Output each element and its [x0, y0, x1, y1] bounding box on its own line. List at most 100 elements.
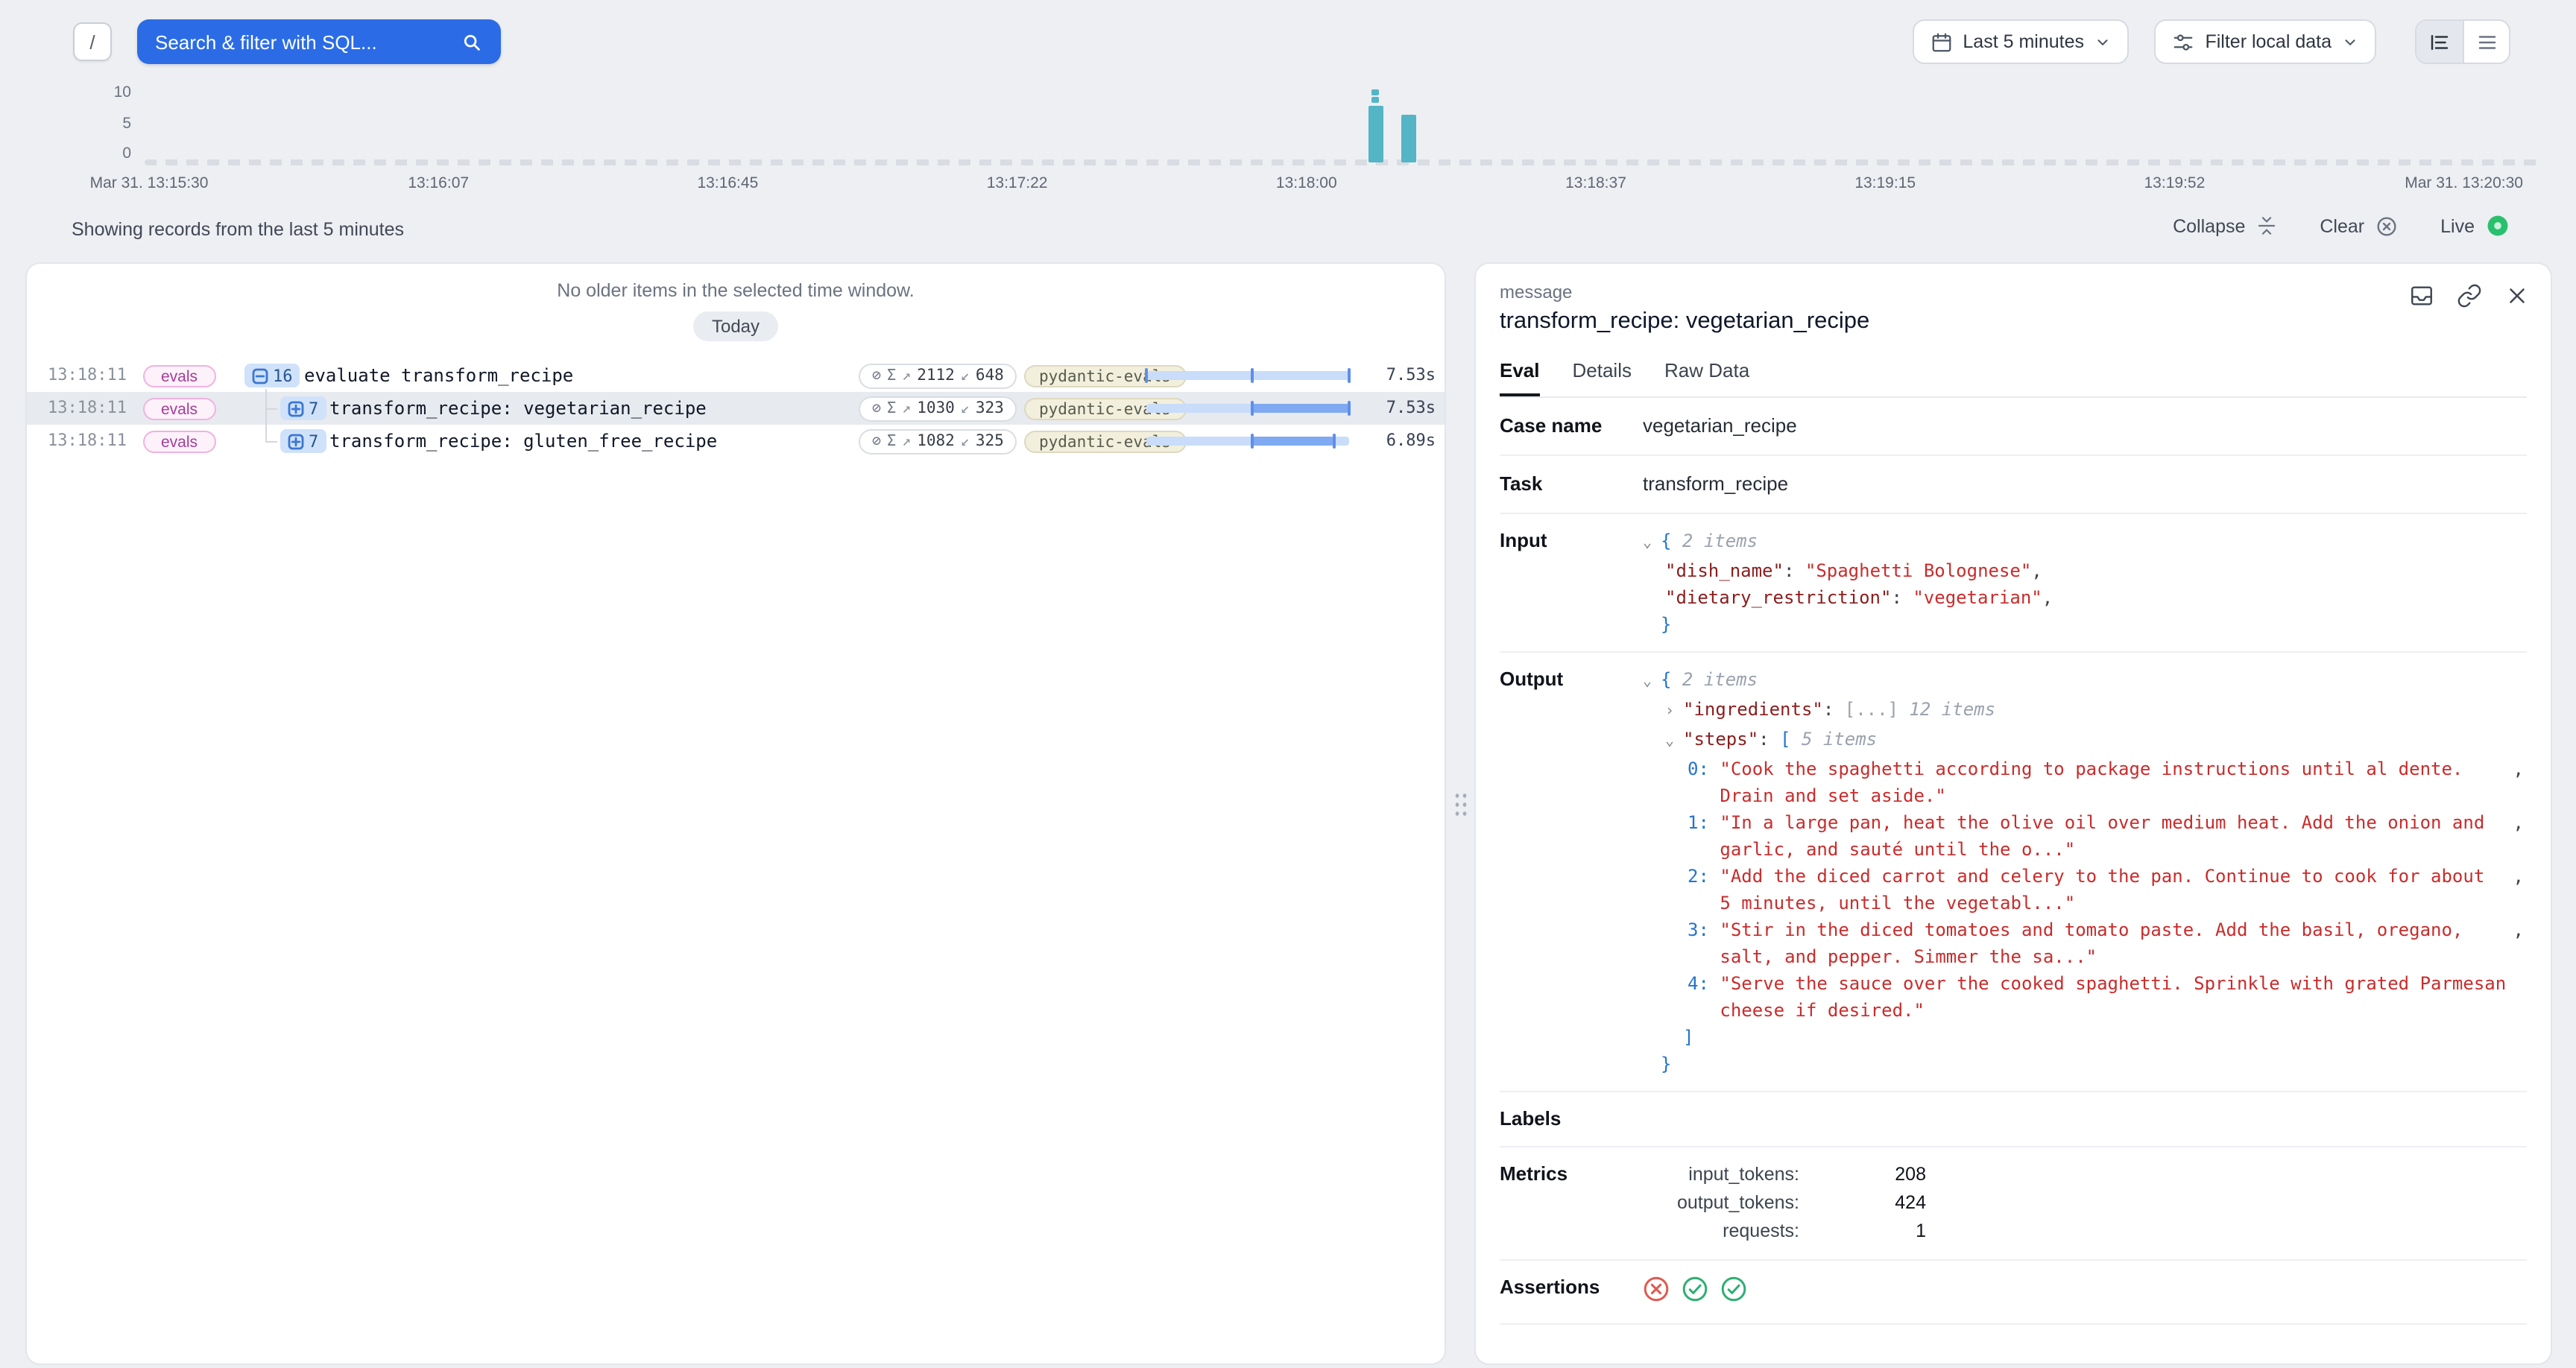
span-count: 7: [309, 399, 318, 418]
overflow-marker: [1371, 97, 1379, 103]
tab-details[interactable]: Details: [1573, 359, 1632, 396]
input-tokens: 1082: [917, 432, 955, 450]
trace-row[interactable]: 13:18:11evals7transform_recipe: gluten_f…: [27, 425, 1445, 457]
arrow-down-icon: ↙: [961, 433, 970, 449]
collapse-button[interactable]: Collapse: [2173, 215, 2278, 237]
histogram-bar[interactable]: [1401, 115, 1416, 162]
output-row: Output ⌄{ 2 items›"ingredients": [...] 1…: [1500, 653, 2527, 1092]
metric-value: 208: [1799, 1161, 1926, 1189]
trace-row[interactable]: 13:18:11 evals 16evaluate transform_recipe…: [27, 359, 1445, 392]
detail-panel: message transform_recipe: vegetarian_rec…: [1474, 262, 2552, 1365]
archive-icon[interactable]: [2409, 283, 2434, 308]
y-axis-label: 10: [0, 83, 131, 101]
json-index: 3:: [1688, 916, 1720, 943]
assertion-fail-icon[interactable]: [1643, 1276, 1670, 1310]
json-token-caret[interactable]: ⌄: [1665, 729, 1683, 756]
metric-value: 1: [1799, 1217, 1926, 1246]
json-token-caret[interactable]: ⌄: [1643, 531, 1661, 557]
input-label: Input: [1500, 528, 1643, 554]
duration-bar[interactable]: [1146, 435, 1349, 447]
env-badge[interactable]: evals: [143, 397, 215, 419]
overflow-marker: [1371, 89, 1379, 95]
arrow-down-icon: ↙: [961, 367, 970, 384]
x-axis-baseline: [145, 159, 2539, 165]
trace-title[interactable]: evaluate transform_recipe: [304, 359, 573, 392]
x-axis-label: 13:16:07: [408, 174, 469, 192]
tab-eval[interactable]: Eval: [1500, 359, 1540, 396]
link-icon[interactable]: [2457, 283, 2482, 308]
timeline-chart[interactable]: 1050 Mar 31. 13:15:3013:16:0713:16:4513:…: [0, 0, 2576, 209]
tab-raw-data[interactable]: Raw Data: [1664, 359, 1749, 396]
sigma-icon: Σ: [887, 367, 896, 384]
json-token-str: "Spaghetti Bolognese": [1805, 560, 2031, 581]
token-usage-badge[interactable]: ⊘Σ↗2112↙648: [859, 363, 1017, 388]
json-token-punct: ,: [2031, 560, 2042, 581]
circle-slash-icon: ⊘: [872, 367, 881, 384]
live-button[interactable]: Live: [2440, 213, 2510, 238]
y-axis-label: 5: [0, 115, 131, 133]
output-tokens: 648: [976, 367, 1004, 384]
json-token-hint: 5 items: [1791, 729, 1878, 750]
labels-row: Labels: [1500, 1092, 2527, 1147]
json-token-brace: ]: [1683, 1027, 1693, 1048]
json-comma: ,: [2513, 863, 2524, 890]
metrics-label: Metrics: [1500, 1161, 1643, 1188]
json-token-key: "dietary_restriction": [1665, 587, 1891, 608]
json-token-punct: :: [1758, 729, 1780, 750]
detail-header-actions: [2409, 283, 2530, 308]
input-tokens: 1030: [917, 399, 955, 417]
trace-title[interactable]: transform_recipe: vegetarian_recipe: [329, 392, 707, 425]
x-axis-label: 13:18:00: [1276, 174, 1337, 192]
histogram-bar[interactable]: [1368, 106, 1383, 162]
json-comma: ,: [2513, 756, 2524, 782]
arrow-up-icon: ↗: [902, 400, 911, 417]
clear-label: Clear: [2320, 215, 2364, 236]
x-axis-label: 13:18:37: [1565, 174, 1626, 192]
duration-bar[interactable]: [1146, 370, 1349, 381]
json-token-key: "steps": [1683, 729, 1758, 750]
clear-button[interactable]: Clear: [2320, 214, 2399, 238]
arrow-up-icon: ↗: [902, 433, 911, 449]
metric-line: input_tokens:208: [1643, 1161, 2524, 1189]
json-token-punct: ,: [2042, 587, 2053, 608]
task-label: Task: [1500, 471, 1643, 498]
json-token-hint: 12 items: [1898, 699, 1995, 720]
token-usage-badge[interactable]: ⊘Σ↗1030↙323: [859, 396, 1017, 421]
env-badge[interactable]: evals: [143, 364, 215, 387]
trace-title[interactable]: transform_recipe: gluten_free_recipe: [329, 425, 717, 457]
detail-title: transform_recipe: vegetarian_recipe: [1500, 308, 2527, 335]
expand-square-icon: [288, 433, 304, 449]
trace-row[interactable]: 13:18:11evals7transform_recipe: vegetari…: [27, 392, 1445, 425]
assertions-list: [1643, 1274, 2527, 1310]
metric-key: requests:: [1643, 1217, 1799, 1246]
x-axis-label: 13:19:15: [1854, 174, 1916, 192]
circle-slash-icon: ⊘: [872, 433, 881, 449]
json-token-caret[interactable]: ›: [1665, 699, 1683, 726]
span-count-badge[interactable]: 7: [280, 396, 326, 420]
metric-key: input_tokens:: [1643, 1161, 1799, 1189]
assertion-pass-icon[interactable]: [1720, 1276, 1747, 1310]
output-json-viewer[interactable]: ⌄{ 2 items›"ingredients": [...] 12 items…: [1643, 666, 2527, 1077]
metrics-row: Metrics input_tokens:208output_tokens:42…: [1500, 1147, 2527, 1261]
assertion-pass-icon[interactable]: [1682, 1276, 1708, 1310]
json-token-brace: {: [1661, 531, 1671, 551]
span-count-badge[interactable]: 7: [280, 429, 326, 453]
json-token-hint: 2 items: [1671, 531, 1758, 551]
json-token-key: "ingredients": [1683, 699, 1823, 720]
arrow-up-icon: ↗: [902, 367, 911, 384]
trace-time: 13:18:11: [48, 359, 127, 392]
json-token-caret[interactable]: ⌄: [1643, 669, 1661, 696]
input-json-viewer[interactable]: ⌄{ 2 items"dish_name": "Spaghetti Bologn…: [1643, 528, 2527, 638]
span-count-badge[interactable]: 16: [244, 364, 300, 387]
task-row: Task transform_recipe: [1500, 456, 2527, 514]
env-badge[interactable]: evals: [143, 430, 215, 452]
panel-resize-handle[interactable]: [1452, 790, 1468, 820]
token-usage-badge[interactable]: ⊘Σ↗1082↙325: [859, 428, 1017, 454]
close-icon[interactable]: [2504, 283, 2530, 308]
duration-bar[interactable]: [1146, 402, 1349, 414]
json-index: 4:: [1688, 970, 1720, 997]
tree-connector: [265, 389, 267, 441]
output-tokens: 323: [976, 399, 1004, 417]
x-axis-label: Mar 31. 13:20:30: [2405, 174, 2523, 192]
eval-table: Case name vegetarian_recipe Task transfo…: [1500, 396, 2527, 1325]
